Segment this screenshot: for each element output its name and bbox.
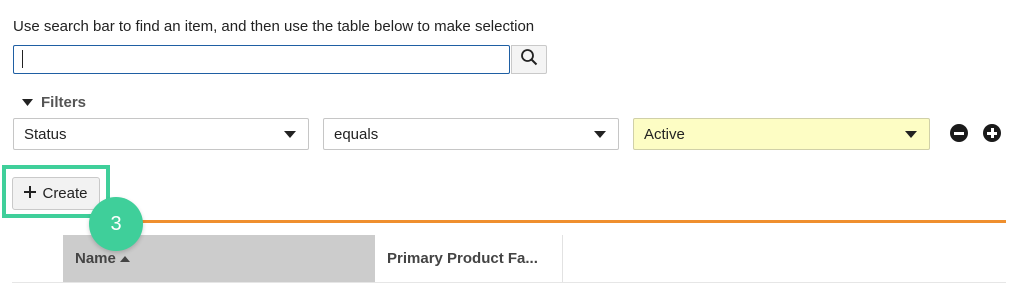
dropdown-arrow-icon: [594, 131, 606, 138]
caret-down-icon: [22, 94, 33, 111]
sort-ascending-icon: [119, 255, 130, 262]
remove-filter-button[interactable]: [950, 124, 968, 142]
search-button[interactable]: [511, 45, 547, 74]
dropdown-arrow-icon: [905, 131, 917, 138]
accent-divider: [120, 220, 1006, 223]
column-header-primary-product-family[interactable]: Primary Product Fa...: [375, 235, 563, 282]
column-header-label: Name: [75, 250, 116, 267]
filter-value-text: Active: [644, 125, 685, 143]
table-header-border: [12, 282, 1006, 283]
plus-icon: [24, 185, 37, 202]
text-cursor: [22, 50, 23, 68]
minus-circle-icon: [954, 131, 964, 135]
dropdown-arrow-icon: [284, 131, 296, 138]
filter-value-select[interactable]: Active: [633, 118, 930, 150]
filter-operator-select[interactable]: equals: [323, 118, 619, 150]
create-button-label: Create: [42, 185, 88, 202]
search-input[interactable]: [13, 45, 510, 74]
filter-field-select[interactable]: Status: [13, 118, 309, 150]
filter-operator-value: equals: [334, 125, 379, 143]
column-header-label: Primary Product Fa...: [387, 250, 538, 267]
search-instructions: Use search bar to find an item, and then…: [13, 18, 535, 35]
create-button[interactable]: Create: [12, 177, 100, 210]
filters-toggle[interactable]: Filters: [22, 94, 86, 111]
filter-field-value: Status: [24, 125, 67, 143]
search-icon: [520, 48, 538, 71]
step-number-badge: 3: [89, 197, 143, 251]
add-filter-button[interactable]: [983, 124, 1001, 142]
filters-label: Filters: [41, 94, 87, 111]
plus-circle-icon: [987, 128, 997, 138]
